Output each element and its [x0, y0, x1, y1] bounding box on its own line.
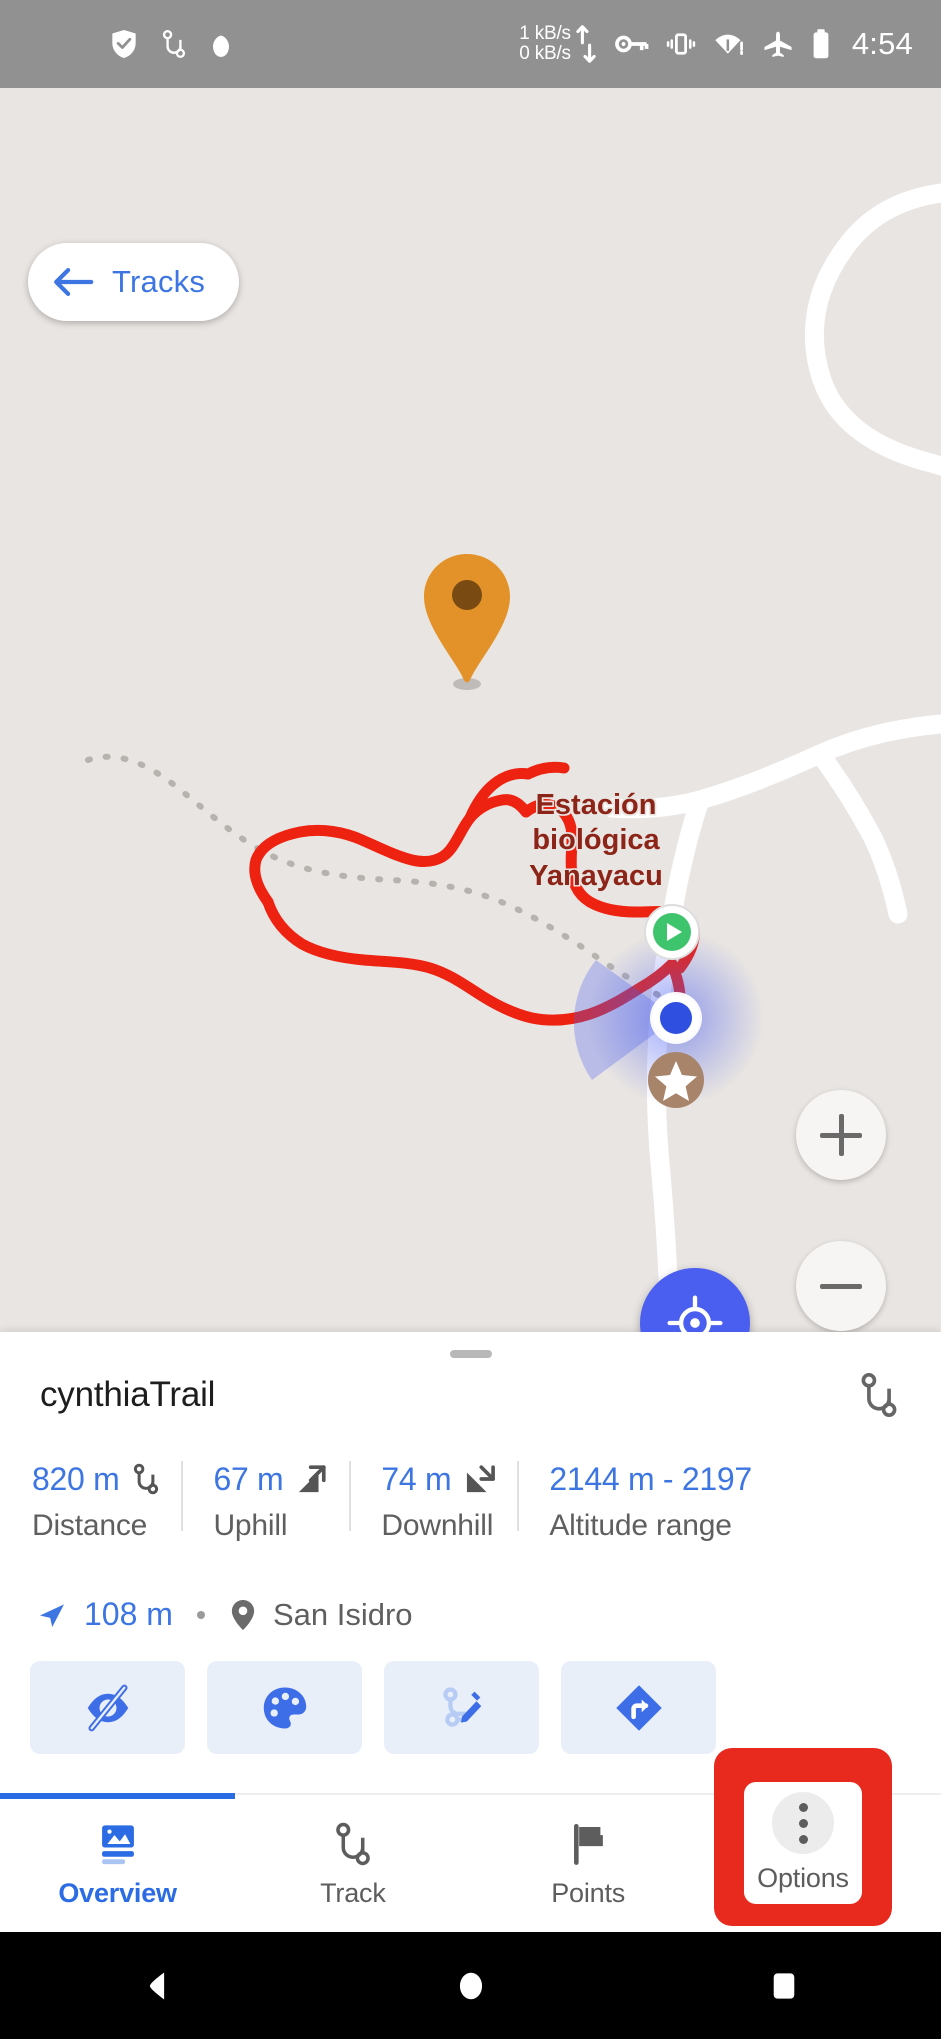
edit-track-button[interactable]: [384, 1661, 539, 1754]
stat-altitude-range: 2144 m - 2197 Altitude range: [517, 1457, 771, 1543]
map-place-label: Estación biológica Yanayacu: [496, 788, 696, 894]
map-place-label-line1: Estación: [535, 789, 657, 821]
directions-button[interactable]: [561, 1661, 716, 1754]
edit-track-icon: [442, 1686, 481, 1727]
place-name: San Isidro: [272, 1596, 413, 1632]
tab-track-label: Track: [320, 1877, 386, 1908]
zoom-out-button[interactable]: [796, 1241, 886, 1331]
stat-altitude-label: Altitude range: [549, 1509, 732, 1542]
nav-back-button[interactable]: [0, 1967, 314, 2005]
track-route-icon: [134, 1463, 159, 1495]
nav-home-button[interactable]: [314, 1967, 628, 2005]
network-speed-indicator: 1 kB/s 0 kB/s: [519, 22, 598, 66]
palette-icon: [263, 1687, 306, 1728]
track-stats-row: 820 m Distance 67 m Uphill 74 m Downhill…: [0, 1457, 941, 1543]
airplane-mode-icon: [764, 31, 792, 58]
tab-options-label-highlighted: Options: [757, 1863, 849, 1893]
hide-track-button[interactable]: [30, 1661, 185, 1754]
bullet-separator: [196, 1610, 205, 1619]
track-location-row: 108 m San Isidro: [36, 1596, 413, 1633]
status-bar-clock: 4:54: [851, 26, 913, 61]
my-location-icon: [667, 1295, 723, 1332]
stat-downhill: 74 m Downhill: [349, 1457, 517, 1543]
status-bar-right-icons: 1 kB/s 0 kB/s 4:54: [519, 22, 913, 66]
active-tab-indicator: [0, 1793, 236, 1799]
net-speed-up: 1 kB/s: [519, 22, 571, 44]
appearance-button[interactable]: [207, 1661, 362, 1754]
stat-uphill-value: 67 m: [213, 1460, 284, 1497]
android-nav-bar: [0, 1932, 941, 2039]
uphill-arrow-icon: [299, 1465, 327, 1493]
sheet-drag-handle[interactable]: [449, 1350, 492, 1358]
stat-downhill-label: Downhill: [381, 1509, 494, 1542]
track-route-icon: [336, 1822, 370, 1865]
track-route-icon: [861, 1373, 897, 1417]
track-route-icon: [162, 29, 186, 58]
more-vertical-icon: [772, 1792, 834, 1854]
wifi-no-internet-icon: [715, 34, 743, 55]
location-balloon-icon: [213, 30, 229, 57]
back-button-label: Tracks: [112, 264, 206, 299]
star-marker-icon[interactable]: [644, 1048, 708, 1112]
arrow-left-icon: [54, 268, 94, 297]
stat-distance-label: Distance: [32, 1509, 148, 1542]
distance-to-track: 108 m: [84, 1596, 173, 1632]
track-action-buttons: [30, 1661, 910, 1754]
tab-options-highlighted[interactable]: Options: [744, 1782, 862, 1904]
map-place-label-line3: Yanayacu: [529, 859, 663, 892]
stat-downhill-value: 74 m: [381, 1460, 452, 1497]
track-title: cynthiaTrail: [40, 1375, 216, 1414]
net-speed-down: 0 kB/s: [519, 43, 571, 64]
map-pin-marker[interactable]: [412, 546, 522, 694]
nav-back-triangle-icon: [149, 1972, 164, 1999]
nav-recents-square-icon: [773, 1972, 795, 1999]
stat-altitude-value: 2144 m - 2197: [549, 1460, 752, 1497]
tab-overview[interactable]: Overview: [0, 1793, 236, 1934]
tab-track[interactable]: Track: [235, 1795, 470, 1934]
zoom-in-button[interactable]: [796, 1090, 886, 1180]
network-arrows-icon: [576, 25, 596, 63]
track-start-play-icon[interactable]: [638, 898, 706, 966]
directions-diamond-icon: [615, 1684, 662, 1731]
stat-uphill-label: Uphill: [213, 1509, 288, 1542]
tab-points-label: Points: [551, 1877, 626, 1908]
overview-image-icon: [101, 1824, 134, 1864]
nav-recents-button[interactable]: [627, 1967, 941, 2005]
tab-points[interactable]: Points: [471, 1795, 706, 1934]
tab-overview-label: Overview: [58, 1877, 177, 1908]
map-pin-icon: [231, 1599, 255, 1630]
app-screen: 1 kB/s 0 kB/s 4:54 Estación biológica Ya…: [0, 0, 941, 2039]
stat-uphill: 67 m Uphill: [181, 1457, 349, 1543]
eye-slash-icon: [87, 1684, 128, 1731]
stat-distance: 820 m Distance: [0, 1457, 181, 1543]
vpn-key-icon: [614, 35, 649, 53]
nav-home-circle-icon: [459, 1972, 482, 1999]
navigation-arrow-icon: [40, 1603, 64, 1627]
downhill-arrow-icon: [467, 1465, 496, 1493]
shield-check-icon: [112, 30, 136, 58]
status-bar: 1 kB/s 0 kB/s 4:54: [0, 0, 941, 88]
status-bar-left-icons: [110, 28, 232, 60]
stat-distance-value: 820 m: [32, 1460, 120, 1497]
vibrate-icon: [666, 33, 696, 55]
gps-position-dot: [650, 992, 702, 1044]
back-to-tracks-button[interactable]: Tracks: [28, 243, 240, 321]
flag-icon: [574, 1823, 603, 1865]
battery-icon: [813, 29, 829, 59]
map-canvas[interactable]: Estación biológica Yanayacu Tracks: [0, 88, 941, 1332]
map-place-label-line2: biológica: [532, 824, 660, 857]
sheet-header: cynthiaTrail: [0, 1370, 941, 1420]
